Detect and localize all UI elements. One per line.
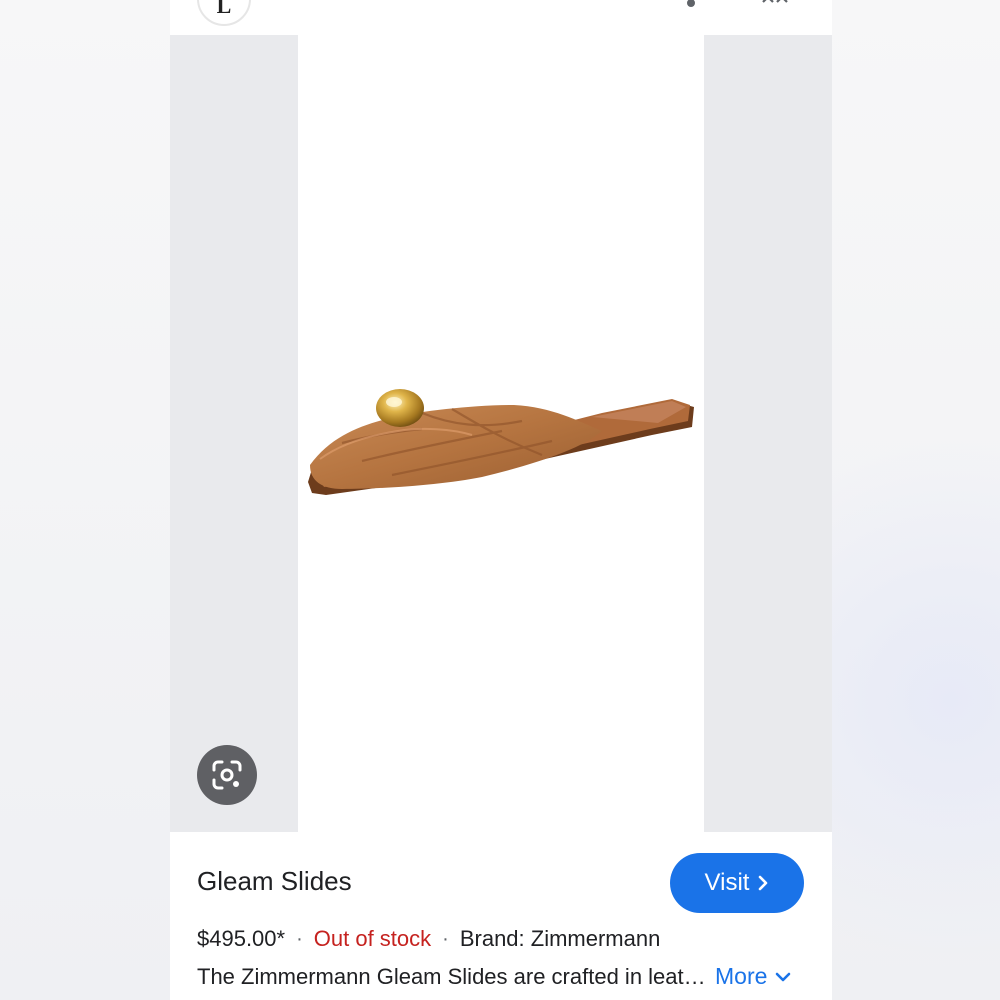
stock-status: Out of stock	[313, 926, 432, 951]
product-image	[308, 389, 694, 495]
separator-dot: ·	[296, 927, 303, 950]
more-button[interactable]: More	[715, 963, 791, 990]
product-info: Gleam Slides Visit $495.00* · Out of sto…	[170, 832, 832, 1000]
brand: Brand: Zimmermann	[459, 926, 661, 951]
chevron-right-icon	[759, 875, 768, 891]
close-icon[interactable]	[760, 0, 790, 6]
lens-button[interactable]	[197, 745, 257, 805]
top-bar: L	[170, 0, 832, 35]
product-panel: L Gleam Slides Visit $495.00* · Out of s…	[170, 0, 832, 1000]
logo-letter: L	[216, 0, 232, 18]
more-vert-icon[interactable]	[684, 0, 698, 8]
separator-dot: ·	[442, 927, 449, 950]
more-label: More	[715, 963, 768, 989]
visit-label: Visit	[704, 869, 750, 896]
image-viewer	[170, 35, 832, 832]
image-frame[interactable]	[298, 35, 704, 832]
visit-button[interactable]: Visit	[670, 853, 804, 913]
product-title[interactable]: Gleam Slides	[197, 866, 352, 897]
image-search-icon	[212, 760, 242, 790]
product-meta: $495.00* · Out of stock · Brand: Zimmerm…	[197, 926, 660, 952]
product-description: The Zimmermann Gleam Slides are crafted …	[197, 964, 707, 989]
site-logo[interactable]: L	[197, 0, 251, 26]
chevron-down-icon	[776, 972, 791, 981]
price: $495.00*	[197, 926, 286, 951]
